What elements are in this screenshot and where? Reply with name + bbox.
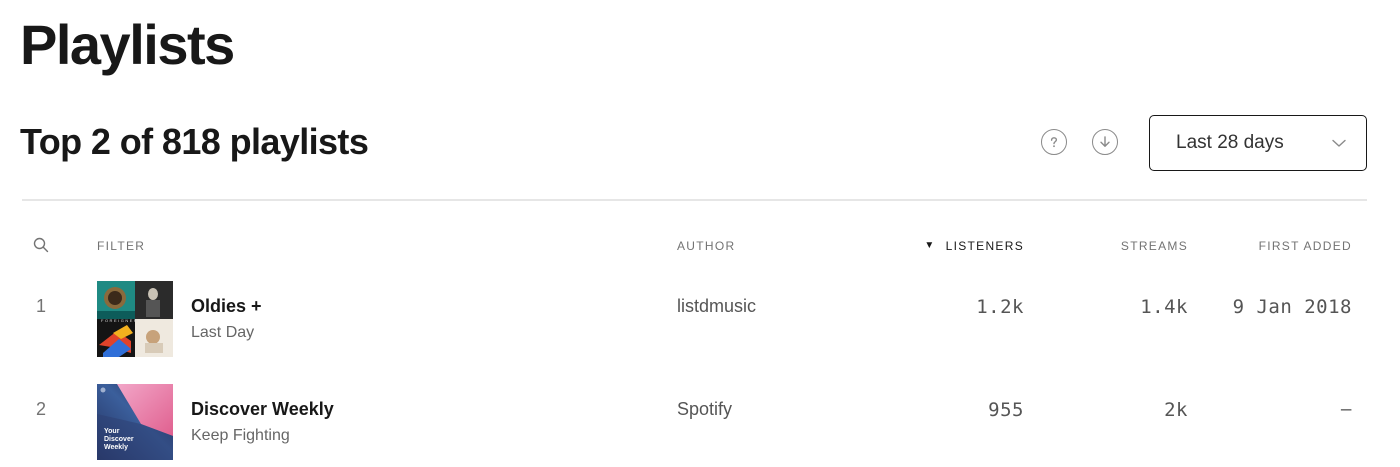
listeners-value: 1.2k: [976, 296, 1024, 318]
filter-header[interactable]: FILTER: [97, 236, 145, 256]
row-rank: 1: [36, 296, 47, 316]
cover-collage-text: FOREIGNER: [101, 318, 139, 323]
playlist-name[interactable]: Discover Weekly: [191, 399, 334, 420]
playlist-subtitle: Keep Fighting: [191, 427, 290, 444]
section-divider: [22, 199, 1367, 201]
date-range-value: Last 28 days: [1176, 132, 1284, 153]
cover-text-line: Discover: [104, 436, 134, 443]
playlists-page: Playlists Top 2 of 818 playlists Last 28…: [0, 0, 1400, 467]
first-added-value: –: [1340, 399, 1352, 420]
streams-value: 1.4k: [1140, 296, 1188, 318]
cover-text-line: Your: [104, 428, 120, 435]
section-title: Top 2 of 818 playlists: [20, 121, 369, 162]
table-header: FILTER AUTHOR ▼ LISTENERS STREAMS FIRST …: [0, 236, 1400, 256]
first-added-header[interactable]: FIRST ADDED: [1259, 236, 1352, 256]
chevron-down-icon: [1332, 136, 1346, 154]
listeners-value: 955: [988, 399, 1024, 421]
cover-text-line: Weekly: [104, 444, 128, 451]
sort-descending-icon: ▼: [924, 240, 936, 251]
download-button[interactable]: [1092, 129, 1118, 155]
help-button[interactable]: [1041, 129, 1067, 155]
playlist-author: Spotify: [677, 399, 733, 419]
playlist-author: listdmusic: [677, 296, 757, 316]
first-added-value: 9 Jan 2018: [1232, 296, 1352, 318]
row-rank: 2: [36, 399, 47, 419]
playlist-name[interactable]: Oldies +: [191, 296, 262, 317]
listeners-header[interactable]: ▼ LISTENERS: [924, 236, 1024, 256]
page-title: Playlists: [20, 13, 235, 76]
author-header[interactable]: AUTHOR: [677, 236, 735, 256]
question-circle-icon: [1047, 135, 1061, 149]
playlist-cover-image: Your Discover Weekly: [97, 384, 173, 460]
streams-header[interactable]: STREAMS: [1121, 236, 1188, 256]
table-row[interactable]: 2 Your Discover Weekly Discover Weekly K…: [0, 384, 1400, 460]
search-icon[interactable]: [33, 236, 49, 259]
playlist-cover-image: FOREIGNER: [97, 281, 173, 357]
date-range-select[interactable]: Last 28 days: [1149, 115, 1367, 171]
playlist-subtitle: Last Day: [191, 324, 255, 341]
table-row[interactable]: 1 FOREIGNER Oldies + Last Day listdmusic…: [0, 281, 1400, 357]
download-circle-icon: [1098, 135, 1112, 149]
listeners-header-label: LISTENERS: [945, 239, 1024, 253]
streams-value: 2k: [1164, 399, 1188, 421]
